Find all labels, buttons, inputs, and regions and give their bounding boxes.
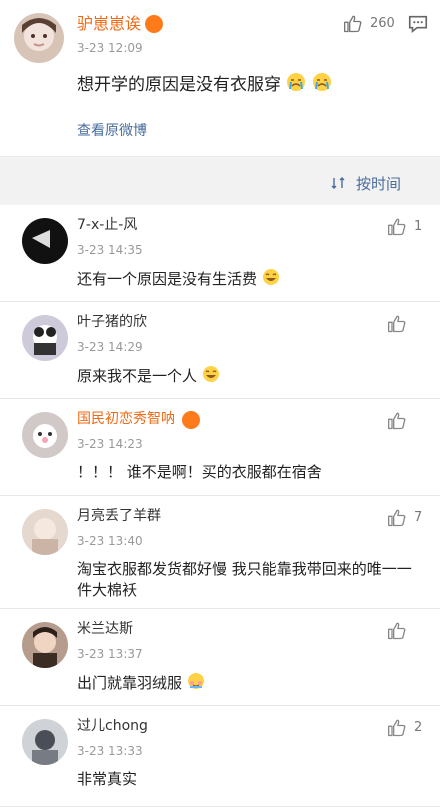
post-text-content: 想开学的原因是没有衣服穿: [77, 75, 281, 95]
comment-item: 国民初恋秀智呐 3-23 14:23 ！！！ 谁不是啊！买的衣服都在宿舍: [0, 399, 440, 496]
post-text: 想开学的原因是没有衣服穿: [77, 70, 332, 95]
thumbs-up-icon[interactable]: [387, 621, 407, 641]
crying-emoji-icon: [287, 73, 306, 91]
comment-bubble-icon[interactable]: [407, 13, 429, 35]
thumbs-up-icon[interactable]: [387, 508, 407, 528]
comment-time: 3-23 13:33: [77, 744, 143, 758]
comment-author-name[interactable]: 叶子猪的欣: [77, 312, 147, 332]
comment-avatar[interactable]: [22, 622, 68, 668]
comment-time: 3-23 13:40: [77, 534, 143, 548]
comment-avatar[interactable]: [22, 412, 68, 458]
view-original-link[interactable]: 查看原微博: [77, 120, 147, 140]
crying-emoji-icon: [312, 73, 331, 91]
comment-list: 7-x-止-风 3-23 14:35 1 还有一个原因是没有生活费 叶子猪的欣 …: [0, 205, 440, 807]
thumbs-up-icon[interactable]: [387, 411, 407, 431]
comment-item: 米兰达斯 3-23 13:37 出门就靠羽绒服: [0, 609, 440, 706]
comment-author-name[interactable]: 月亮丢了羊群: [77, 506, 161, 526]
comment-like-count: 7: [414, 510, 423, 525]
vip-badge: [145, 15, 163, 33]
laugh-emoji-icon: [262, 269, 279, 285]
comment-item: 月亮丢了羊群 3-23 13:40 7 淘宝衣服都发货都好慢 我只能靠我带回来的…: [0, 496, 440, 609]
comment-author-name[interactable]: 过儿chong: [77, 716, 148, 736]
comment-text-content: 出门就靠羽绒服: [77, 674, 183, 692]
comment-text-content: 原来我不是一个人: [77, 367, 198, 385]
comment-time: 3-23 14:23: [77, 437, 143, 451]
comment-avatar[interactable]: [22, 509, 68, 555]
comment-author-name[interactable]: 米兰达斯: [77, 619, 133, 639]
comment-time: 3-23 14:35: [77, 243, 143, 257]
thumbs-up-icon[interactable]: [387, 718, 407, 738]
comment-text: 还有一个原因是没有生活费: [77, 268, 424, 290]
sort-icon[interactable]: [331, 176, 345, 190]
comment-like-count: 2: [414, 720, 423, 735]
comment-time: 3-23 14:29: [77, 340, 143, 354]
comment-avatar[interactable]: [22, 315, 68, 361]
post-author-name[interactable]: 驴崽崽诶: [77, 14, 141, 34]
comment-time: 3-23 13:37: [77, 647, 143, 661]
comment-like-count: 1: [414, 219, 423, 234]
post-time: 3-23 12:09: [77, 41, 143, 55]
comment-text: 淘宝衣服都发货都好慢 我只能靠我带回来的唯一一件大棉袄: [77, 560, 412, 599]
shy-emoji-icon: [187, 673, 204, 689]
comment-avatar[interactable]: [22, 719, 68, 765]
comment-item: 过儿chong 3-23 13:33 2 非常真实: [0, 706, 440, 807]
thumbs-up-icon[interactable]: [387, 217, 407, 237]
comment-author-name[interactable]: 7-x-止-风: [77, 215, 137, 235]
sort-by-time-button[interactable]: 按时间: [356, 173, 401, 194]
comment-text: 原来我不是一个人: [77, 365, 424, 387]
comment-author-name[interactable]: 国民初恋秀智呐: [77, 409, 175, 429]
comment-text: 非常真实: [77, 770, 138, 788]
comment-item: 叶子猪的欣 3-23 14:29 原来我不是一个人: [0, 302, 440, 399]
vip-badge: [182, 411, 200, 429]
comment-item: 7-x-止-风 3-23 14:35 1 还有一个原因是没有生活费: [0, 205, 440, 302]
comment-text: 出门就靠羽绒服: [77, 672, 424, 694]
sort-bar: 按时间: [0, 157, 440, 205]
comment-text-content: 还有一个原因是没有生活费: [77, 270, 258, 288]
laugh-emoji-icon: [202, 366, 219, 382]
main-post: 驴崽崽诶 3-23 12:09 260 想开学的原因是没有衣服穿 查看原微博: [0, 0, 440, 157]
thumbs-up-icon[interactable]: [387, 314, 407, 334]
comment-text: ！！！ 谁不是啊！买的衣服都在宿舍: [77, 463, 322, 481]
comment-avatar[interactable]: [22, 218, 68, 264]
thumbs-up-icon[interactable]: [343, 14, 363, 34]
post-like-count: 260: [370, 16, 395, 31]
post-author-avatar[interactable]: [14, 13, 64, 63]
